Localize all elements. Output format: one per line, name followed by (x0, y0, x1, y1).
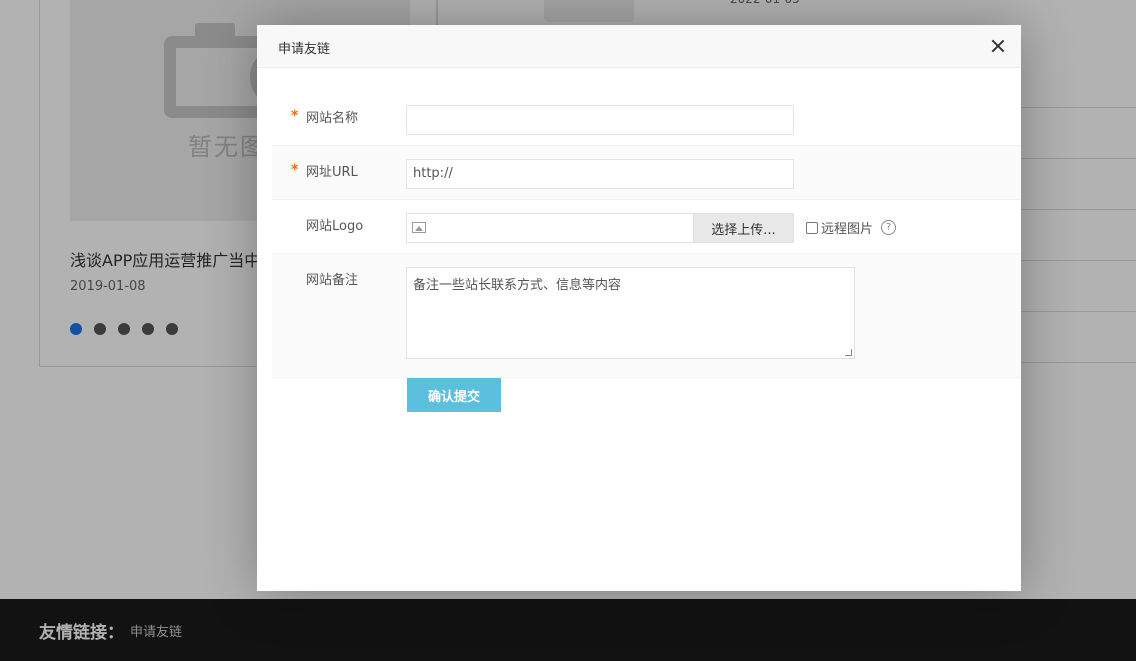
row-site-note: 网站备注 备注一些站长联系方式、信息等内容 (272, 254, 1021, 378)
row-site-logo: 网站Logo 选择上传... 远程图片 ? (272, 200, 1021, 254)
row-site-url: * 网址URL http:// (272, 146, 1021, 200)
apply-friend-link-dialog: 申请友链 * 网站名称 * 网址URL http:// 网站Logo 选择上传.… (257, 25, 1021, 591)
dialog-header: 申请友链 (257, 25, 1021, 68)
logo-file-input[interactable]: 选择上传... (406, 213, 794, 243)
remote-image-option: 远程图片 ? (806, 218, 897, 237)
site-logo-label: 网站Logo (306, 219, 364, 234)
apply-form: * 网站名称 * 网址URL http:// 网站Logo 选择上传... 远程… (272, 92, 1021, 378)
site-url-label: 网址URL (306, 165, 358, 180)
remote-image-label[interactable]: 远程图片 (821, 218, 873, 237)
close-icon[interactable] (989, 37, 1007, 55)
site-note-textarea[interactable]: 备注一些站长联系方式、信息等内容 (406, 267, 855, 359)
site-url-input[interactable]: http:// (406, 159, 794, 189)
required-mark: * (291, 162, 299, 178)
dialog-title: 申请友链 (278, 42, 331, 57)
help-icon[interactable]: ? (881, 220, 897, 235)
submit-button[interactable]: 确认提交 (407, 378, 501, 412)
site-name-input[interactable] (406, 105, 794, 135)
site-name-label: 网站名称 (306, 111, 359, 126)
textarea-placeholder: 备注一些站长联系方式、信息等内容 (413, 278, 622, 293)
row-site-name: * 网站名称 (272, 92, 1021, 146)
required-mark: * (291, 108, 299, 124)
image-icon (412, 222, 426, 233)
site-note-label: 网站备注 (306, 273, 359, 288)
remote-image-checkbox[interactable] (806, 221, 818, 234)
upload-button[interactable]: 选择上传... (693, 214, 793, 242)
resize-handle-icon[interactable] (845, 349, 852, 356)
